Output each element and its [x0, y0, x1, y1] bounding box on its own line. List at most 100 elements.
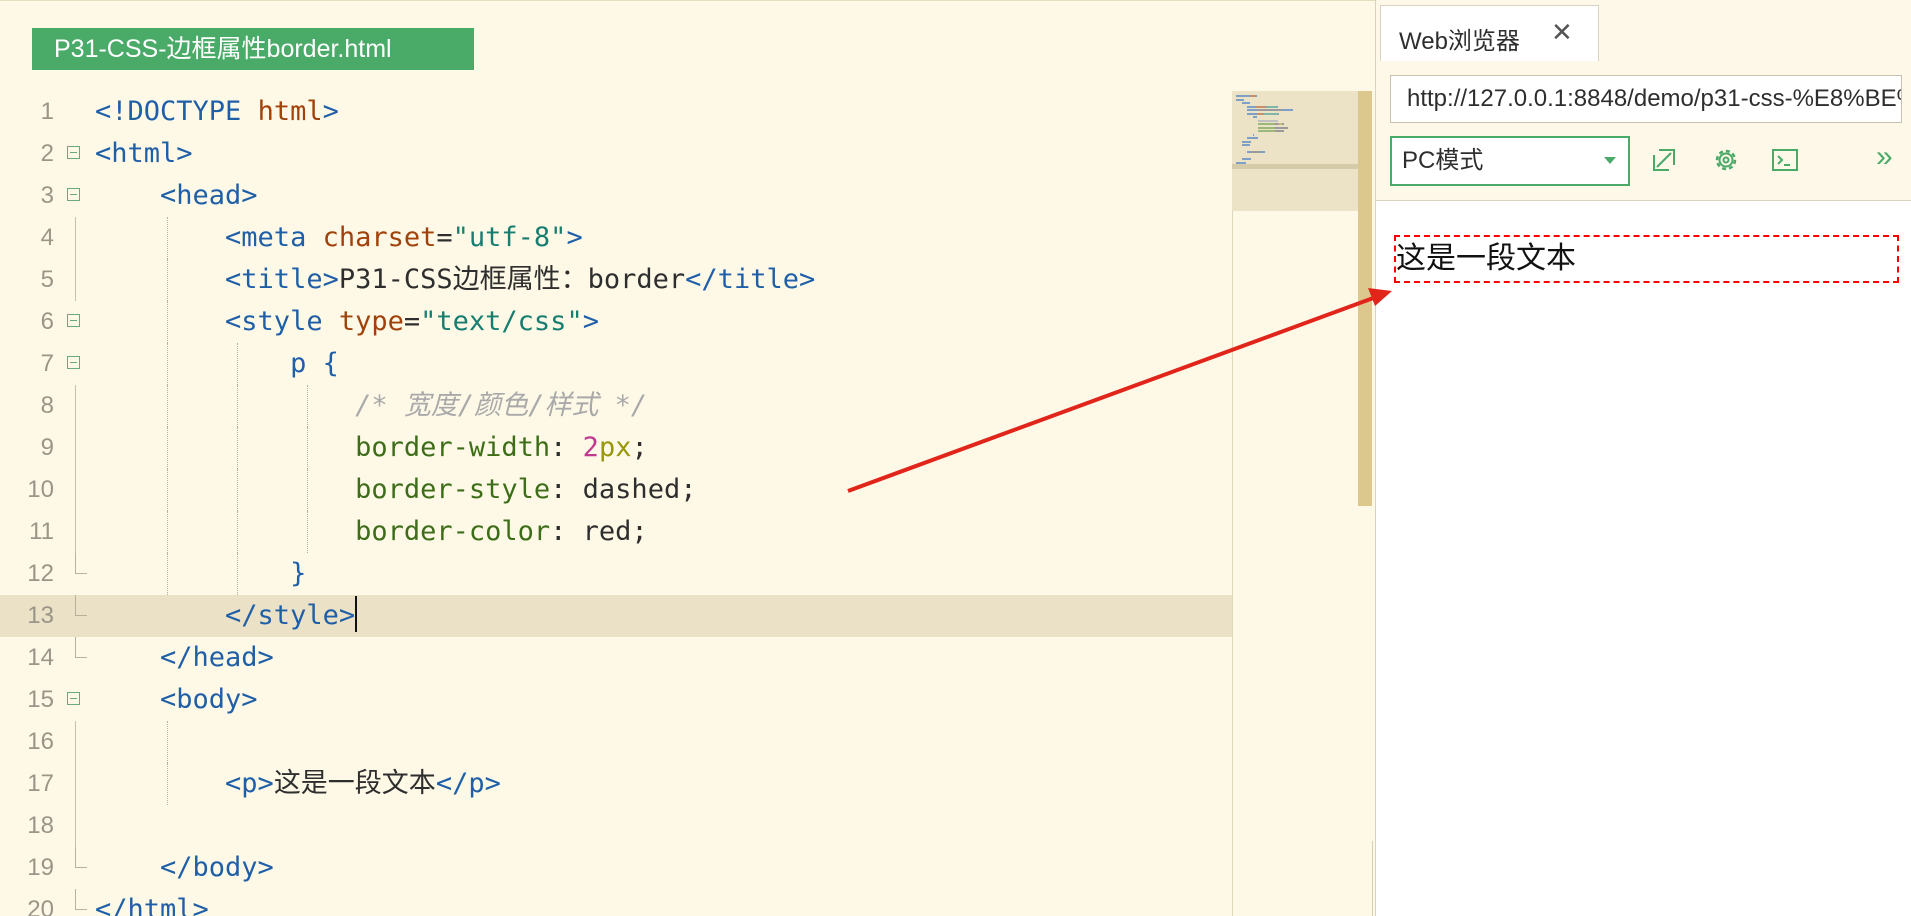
- code-line[interactable]: 4 <meta charset="utf-8">: [0, 217, 1232, 259]
- code-text: </style>: [95, 595, 358, 637]
- code-text: }: [95, 553, 306, 595]
- code-token: </body>: [95, 852, 274, 883]
- code-line[interactable]: 15 <body>: [0, 679, 1232, 721]
- code-token: =: [436, 222, 453, 253]
- code-token: 2: [582, 432, 599, 463]
- minimap-line: [1257, 109, 1283, 111]
- code-text: border-style: dashed;: [95, 469, 696, 511]
- minimap-line: [1264, 112, 1278, 115]
- open-external-icon[interactable]: [1649, 145, 1679, 175]
- code-text: <!DOCTYPE html>: [95, 91, 339, 133]
- settings-icon[interactable]: [1711, 145, 1741, 175]
- line-number: 11: [29, 518, 54, 545]
- code-line[interactable]: 5 <title>P31-CSS边框属性：border</title>: [0, 259, 1232, 301]
- code-line[interactable]: 19 </body>: [0, 847, 1232, 889]
- line-number: 3: [40, 182, 54, 209]
- console-icon[interactable]: [1770, 145, 1800, 175]
- indent-guide: [167, 721, 168, 763]
- line-number: 10: [27, 476, 54, 503]
- code-token: charset: [322, 222, 437, 253]
- code-text: <meta charset="utf-8">: [95, 217, 583, 259]
- minimap-line: [1241, 102, 1250, 104]
- code-line[interactable]: 1 <!DOCTYPE html>: [0, 91, 1232, 133]
- code-line[interactable]: 2 <html>: [0, 133, 1232, 175]
- line-number: 15: [27, 686, 54, 713]
- minimap-line: [1258, 123, 1276, 125]
- url-input[interactable]: http://127.0.0.1:8848/demo/p31-css-%E8%B…: [1390, 75, 1902, 123]
- code-token: <meta: [95, 222, 323, 253]
- code-token: </head>: [95, 642, 274, 673]
- code-line[interactable]: 9 border-width: 2px;: [0, 427, 1232, 469]
- minimap-line: [1252, 133, 1255, 136]
- code-text: <html>: [95, 133, 193, 175]
- text-cursor: [355, 596, 358, 632]
- code-token: : red;: [550, 516, 648, 547]
- preview-paragraph: 这是一段文本: [1394, 235, 1899, 283]
- code-token: <p>: [95, 768, 274, 799]
- minimap-line: [1258, 126, 1276, 129]
- code-area[interactable]: 1 <!DOCTYPE html> 2 <html> 3 <head> 4 <meta c…: [0, 91, 1232, 916]
- code-token: border-style: [95, 474, 551, 505]
- more-button[interactable]: »: [1876, 140, 1893, 174]
- code-line[interactable]: 7 p {: [0, 343, 1232, 385]
- code-token: p {: [95, 348, 339, 379]
- code-token: </title>: [685, 264, 816, 295]
- code-token: }: [95, 558, 307, 589]
- line-number: 7: [40, 350, 54, 377]
- code-token: "text/css": [420, 306, 583, 337]
- browser-tab[interactable]: Web浏览器 ✕: [1380, 5, 1599, 61]
- fold-end-marker: [75, 847, 87, 868]
- code-line[interactable]: 14 </head>: [0, 637, 1232, 679]
- code-line[interactable]: 10 border-style: dashed;: [0, 469, 1232, 511]
- code-token: <html>: [95, 138, 193, 169]
- code-line[interactable]: 13 </style>: [0, 595, 1232, 637]
- code-text: <style type="text/css">: [95, 301, 599, 343]
- close-icon[interactable]: ✕: [1551, 18, 1573, 46]
- code-line[interactable]: 11 border-color: red;: [0, 511, 1232, 553]
- code-token: </p>: [435, 768, 501, 799]
- minimap-line: [1247, 105, 1256, 108]
- code-text: <title>P31-CSS边框属性：border</title>: [95, 259, 815, 301]
- code-line[interactable]: 20 </html>: [0, 889, 1232, 916]
- line-number: 20: [27, 896, 54, 916]
- vertical-scrollbar[interactable]: [1358, 91, 1372, 506]
- code-line[interactable]: 18: [0, 805, 1232, 847]
- code-token: html: [257, 96, 323, 127]
- fold-range-line: [75, 427, 76, 469]
- code-line[interactable]: 17 <p>这是一段文本</p>: [0, 763, 1232, 805]
- code-line[interactable]: 16: [0, 721, 1232, 763]
- code-token: ;: [631, 432, 648, 463]
- fold-end-marker: [75, 637, 87, 658]
- minimap-line: [1247, 109, 1257, 111]
- code-line[interactable]: 8 /* 宽度/颜色/样式 */: [0, 385, 1232, 427]
- minimap[interactable]: [1232, 91, 1358, 211]
- fold-collapse-icon[interactable]: [67, 146, 80, 159]
- code-line[interactable]: 6 <style type="text/css">: [0, 301, 1232, 343]
- code-token: <head>: [95, 180, 258, 211]
- fold-collapse-icon[interactable]: [67, 356, 80, 369]
- minimap-line: [1276, 105, 1278, 108]
- file-tab[interactable]: P31-CSS-边框属性border.html: [32, 28, 474, 70]
- fold-collapse-icon[interactable]: [67, 692, 80, 705]
- chevron-down-icon: [1604, 157, 1616, 164]
- line-number: 8: [40, 392, 54, 419]
- code-line[interactable]: 12 }: [0, 553, 1232, 595]
- code-text: </html>: [95, 889, 209, 916]
- minimap-line: [1241, 140, 1252, 143]
- minimap-line: [1258, 130, 1276, 132]
- fold-collapse-icon[interactable]: [67, 314, 80, 327]
- code-token: <title>: [95, 264, 339, 295]
- fold-range-line: [75, 805, 76, 847]
- code-line[interactable]: 3 <head>: [0, 175, 1232, 217]
- mode-select[interactable]: PC模式: [1390, 136, 1630, 186]
- fold-collapse-icon[interactable]: [67, 188, 80, 201]
- fold-end-marker: [75, 889, 87, 910]
- code-text: /* 宽度/颜色/样式 */: [95, 385, 647, 427]
- code-token: </html>: [95, 894, 209, 916]
- code-token: <!DOCTYPE: [95, 96, 258, 127]
- code-editor[interactable]: P31-CSS-边框属性border.html 1 <!DOCTYPE html>…: [0, 0, 1375, 916]
- code-token: <style: [95, 306, 339, 337]
- minimap-line: [1266, 105, 1277, 108]
- code-token: /* 宽度/颜色/样式 */: [95, 390, 648, 421]
- code-token: P31-CSS边框属性：border: [338, 264, 686, 295]
